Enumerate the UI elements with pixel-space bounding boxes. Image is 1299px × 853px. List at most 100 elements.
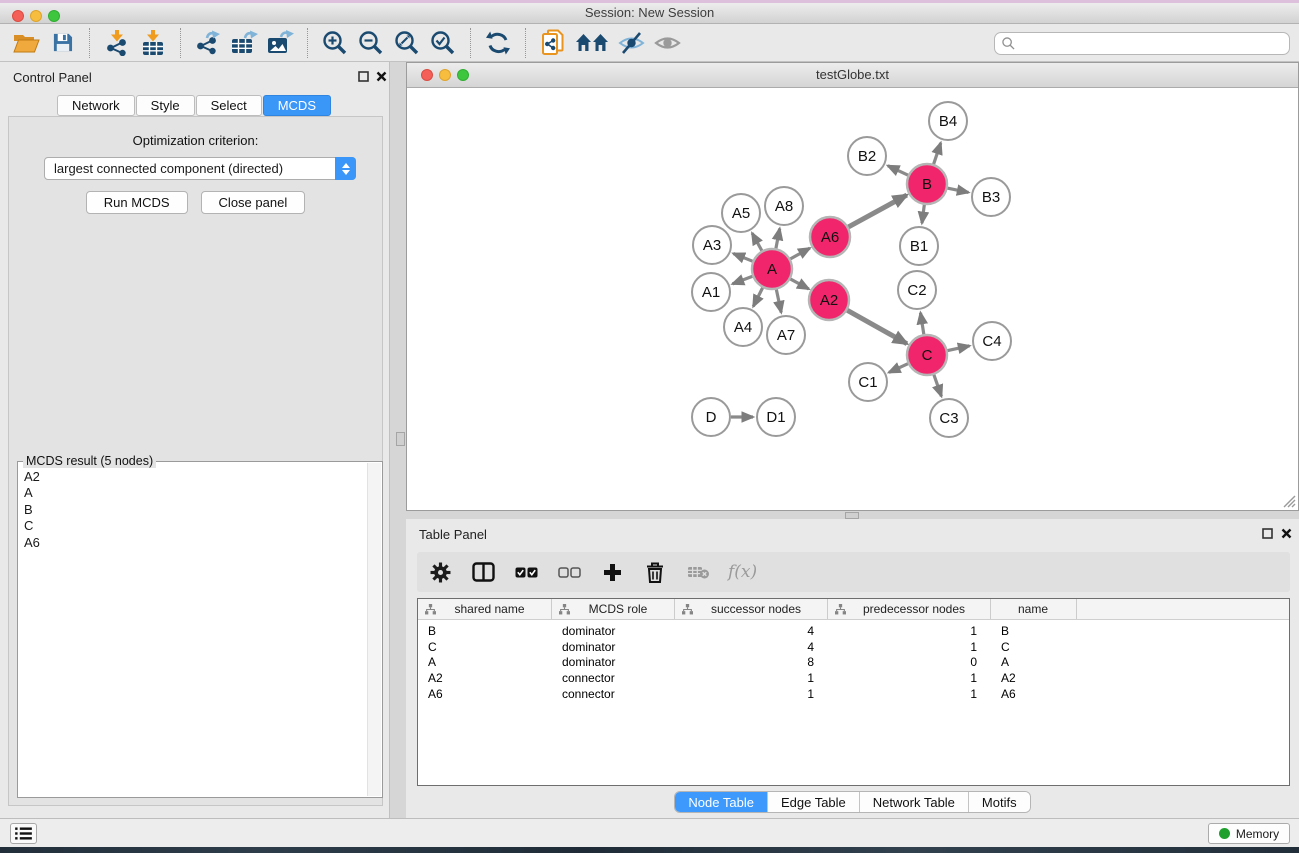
close-panel-icon[interactable]	[1281, 528, 1292, 539]
tab-node-table[interactable]: Node Table	[675, 792, 768, 812]
network-close-button[interactable]	[421, 69, 433, 81]
tab-edge-table[interactable]: Edge Table	[768, 792, 860, 812]
graph-edge[interactable]	[752, 233, 762, 251]
table-row[interactable]: A2connector11A2	[418, 670, 1289, 686]
tab-motifs[interactable]: Motifs	[969, 792, 1030, 812]
delete-column-button[interactable]	[642, 558, 668, 586]
refresh-button[interactable]	[480, 27, 516, 59]
export-table-button[interactable]	[226, 27, 262, 59]
hide-selected-button[interactable]	[613, 27, 649, 59]
network-graph[interactable]: AA1A2A3A4A5A6A7A8BB1B2B3B4CC1C2C3C4DD1	[407, 88, 1298, 510]
show-task-history-button[interactable]	[10, 823, 37, 844]
minimize-window-button[interactable]	[30, 10, 42, 22]
zoom-out-icon	[358, 30, 384, 56]
mcds-result-item[interactable]: A2	[24, 469, 366, 485]
graph-node-label: C1	[858, 374, 877, 391]
tab-mcds[interactable]: MCDS	[263, 95, 331, 116]
network-window-title: testGlobe.txt	[407, 63, 1298, 87]
mcds-result-item[interactable]: A6	[24, 535, 366, 551]
table-row[interactable]: Bdominator41B	[418, 623, 1289, 639]
mcds-result-list[interactable]: A2 A B C A6	[19, 465, 366, 796]
mcds-result-item[interactable]: C	[24, 518, 366, 534]
run-mcds-button[interactable]: Run MCDS	[86, 191, 188, 214]
table-row[interactable]: Cdominator41C	[418, 639, 1289, 655]
memory-button[interactable]: Memory	[1208, 823, 1290, 844]
graph-edge[interactable]	[888, 166, 909, 176]
save-session-button[interactable]	[44, 27, 80, 59]
tab-style[interactable]: Style	[136, 95, 195, 116]
column-header-shared-name[interactable]: shared name	[418, 599, 552, 619]
duplicate-network-button[interactable]	[535, 27, 571, 59]
table-cell: A6	[418, 687, 552, 701]
graph-edge[interactable]	[848, 195, 907, 227]
network-overview-button[interactable]	[571, 27, 613, 59]
graph-edge[interactable]	[947, 188, 969, 192]
zoom-fit-icon	[394, 30, 420, 56]
zoom-fit-button[interactable]	[389, 27, 425, 59]
float-panel-icon[interactable]	[1262, 528, 1273, 539]
table-cell: C	[991, 640, 1077, 654]
close-panel-icon[interactable]	[376, 71, 387, 82]
graph-edge[interactable]	[922, 204, 924, 223]
zoom-out-button[interactable]	[353, 27, 389, 59]
zoom-in-button[interactable]	[317, 27, 353, 59]
mcds-result-item[interactable]: B	[24, 502, 366, 518]
mcds-result-item[interactable]: A	[24, 485, 366, 501]
network-zoom-button[interactable]	[457, 69, 469, 81]
graph-edge[interactable]	[790, 279, 809, 289]
criterion-dropdown[interactable]: largest connected component (directed)	[44, 157, 356, 180]
tab-network[interactable]: Network	[57, 95, 135, 116]
network-window-titlebar[interactable]: testGlobe.txt	[407, 63, 1298, 88]
graph-edge[interactable]	[776, 229, 780, 250]
function-builder-button[interactable]: f(x)	[728, 562, 757, 582]
graph-node-label: B	[922, 176, 932, 193]
graph-edge[interactable]	[753, 287, 763, 307]
network-minimize-button[interactable]	[439, 69, 451, 81]
open-session-button[interactable]	[8, 27, 44, 59]
main-toolbar	[0, 24, 1299, 62]
table-cell: 4	[675, 624, 828, 638]
deselect-all-button[interactable]	[556, 558, 582, 586]
graph-edge[interactable]	[889, 363, 909, 372]
import-network-button[interactable]	[99, 27, 135, 59]
export-image-button[interactable]	[262, 27, 298, 59]
table-row[interactable]: Adominator80A	[418, 654, 1289, 670]
table-row[interactable]: A6connector11A6	[418, 686, 1289, 702]
result-scrollbar[interactable]	[367, 463, 381, 796]
graph-edge[interactable]	[776, 289, 781, 313]
toggle-column-view-button[interactable]	[470, 558, 496, 586]
zoom-window-button[interactable]	[48, 10, 60, 22]
tab-network-table[interactable]: Network Table	[860, 792, 969, 812]
tab-select[interactable]: Select	[196, 95, 262, 116]
table-settings-button[interactable]	[427, 558, 453, 586]
show-hidden-button[interactable]	[649, 27, 685, 59]
close-panel-button[interactable]: Close panel	[201, 191, 306, 214]
create-column-button[interactable]	[599, 558, 625, 586]
resize-grip-icon[interactable]	[1280, 494, 1296, 508]
graph-edge[interactable]	[947, 346, 970, 351]
export-network-button[interactable]	[190, 27, 226, 59]
column-header-mcds-role[interactable]: MCDS role	[552, 599, 675, 619]
table-panel-title: Table Panel	[419, 527, 487, 542]
close-window-button[interactable]	[12, 10, 24, 22]
graph-edge[interactable]	[733, 254, 753, 262]
search-input[interactable]	[1015, 34, 1289, 53]
graph-edge[interactable]	[934, 374, 942, 396]
column-header-name[interactable]: name	[991, 599, 1077, 619]
table-cell: 0	[828, 655, 991, 669]
import-table-button[interactable]	[135, 27, 171, 59]
search-field[interactable]	[994, 32, 1290, 55]
graph-edge[interactable]	[733, 276, 754, 284]
split-divider-handle[interactable]	[845, 512, 859, 519]
graph-edge[interactable]	[846, 310, 907, 344]
select-all-button[interactable]	[513, 558, 539, 586]
split-divider-handle[interactable]	[396, 432, 405, 446]
column-header-successor-nodes[interactable]: successor nodes	[675, 599, 828, 619]
zoom-selected-button[interactable]	[425, 27, 461, 59]
delete-table-button[interactable]	[685, 558, 711, 586]
graph-edge[interactable]	[920, 313, 923, 336]
graph-edge[interactable]	[790, 248, 810, 259]
column-header-predecessor-nodes[interactable]: predecessor nodes	[828, 599, 991, 619]
float-panel-icon[interactable]	[358, 71, 369, 82]
graph-edge[interactable]	[933, 143, 940, 165]
